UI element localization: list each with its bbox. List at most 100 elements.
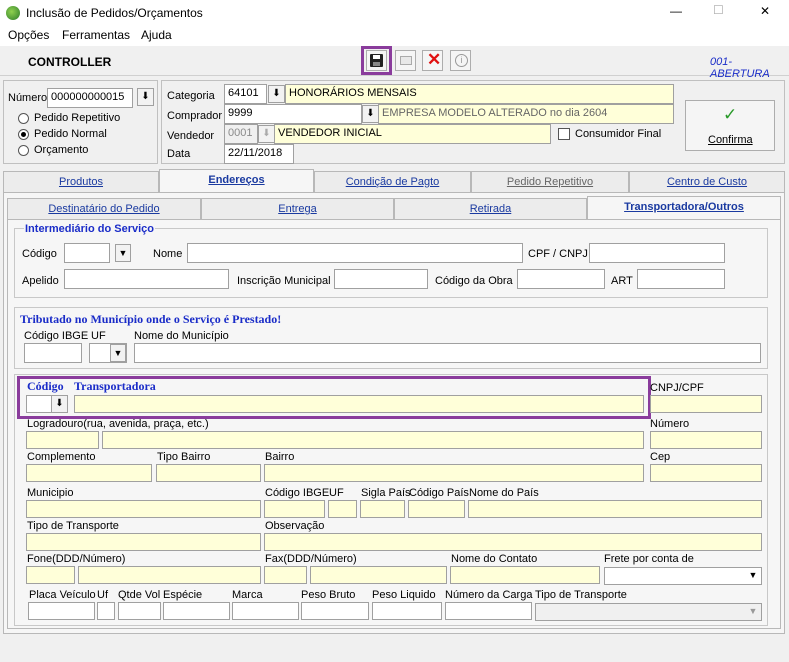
close-button[interactable]: ✕	[760, 4, 770, 18]
int-cpf-label: CPF / CNPJ	[528, 248, 588, 260]
qtde-vol-field[interactable]	[118, 602, 161, 620]
numero-carga-field[interactable]	[445, 602, 532, 620]
intermediario-title: Intermediário do Serviço	[24, 223, 155, 235]
cnpj-cpf-field[interactable]	[650, 395, 762, 413]
uf-field[interactable]	[328, 500, 357, 518]
subtab-destinatario[interactable]: Destinatário do Pedido	[7, 198, 201, 220]
tipo-transporte2-select[interactable]	[535, 603, 762, 621]
tab-produtos[interactable]: Produtos	[3, 171, 159, 193]
logradouro-field[interactable]	[102, 431, 644, 449]
int-art-field[interactable]	[637, 269, 725, 289]
peso-bruto-field[interactable]	[301, 602, 369, 620]
categoria-code-field[interactable]: 64101	[224, 84, 267, 104]
pedido-repetitivo-label: Pedido Repetitivo	[34, 112, 121, 124]
codigo-pais-field[interactable]	[408, 500, 465, 518]
uf2-field[interactable]	[97, 602, 115, 620]
categoria-lookup-button[interactable]: ⬇	[268, 85, 285, 103]
codigo-ibge-label: Código IBGE	[265, 487, 330, 499]
int-cpf-field[interactable]	[589, 243, 725, 263]
sigla-pais-field[interactable]	[360, 500, 405, 518]
frete-select[interactable]	[604, 567, 762, 585]
tipo-transporte2-dropdown[interactable]: ▼	[745, 604, 761, 620]
logradouro-tipo-field[interactable]	[26, 431, 99, 449]
transp-codigo-field[interactable]	[26, 395, 52, 413]
subtab-entrega[interactable]: Entrega	[201, 198, 394, 220]
nome-pais-field[interactable]	[468, 500, 762, 518]
transp-lookup-button[interactable]: ⬇	[51, 395, 68, 413]
data-field[interactable]: 22/11/2018	[224, 144, 294, 164]
comprador-desc-field[interactable]: EMPRESA MODELO ALTERADO no dia 2604	[378, 104, 674, 124]
trib-municipio-field[interactable]	[134, 343, 761, 363]
tipo-bairro-field[interactable]	[156, 464, 261, 482]
menu-ajuda[interactable]: Ajuda	[141, 28, 172, 42]
comprador-code-field[interactable]: 9999	[224, 104, 362, 124]
vendedor-lookup-button[interactable]: ⬇	[258, 125, 275, 143]
marca-field[interactable]	[232, 602, 299, 620]
save-button[interactable]	[366, 50, 387, 71]
int-nome-label: Nome	[153, 248, 183, 260]
frete-label: Frete por conta de	[604, 553, 694, 565]
cancel-button[interactable]: ✕	[422, 50, 443, 71]
numero-lookup-button[interactable]: ⬇	[137, 88, 154, 106]
cnpj-cpf-label: CNPJ/CPF	[650, 382, 704, 394]
vendedor-desc-field[interactable]: VENDEDOR INICIAL	[274, 124, 551, 144]
placa-field[interactable]	[28, 602, 95, 620]
nome-contato-field[interactable]	[450, 566, 600, 584]
logradouro-label: Logradouro(rua, avenida, praça, etc.)	[27, 418, 209, 430]
tab-centro-custo[interactable]: Centro de Custo	[629, 171, 785, 193]
print-button[interactable]	[395, 50, 416, 71]
int-apelido-field[interactable]	[64, 269, 229, 289]
minimize-button[interactable]: —	[670, 4, 682, 18]
trib-ibge-field[interactable]	[24, 343, 82, 363]
tab-enderecos[interactable]: Endereços	[159, 169, 314, 193]
numero-field[interactable]: 000000000015	[47, 88, 133, 108]
nome-contato-label: Nome do Contato	[451, 553, 538, 565]
radio-pedido-normal[interactable]	[18, 129, 29, 140]
info-icon: i	[455, 54, 468, 67]
int-obra-field[interactable]	[517, 269, 605, 289]
radio-orcamento[interactable]	[18, 145, 29, 156]
tab-condicao-pagto[interactable]: Condição de Pagto	[314, 171, 471, 193]
int-art-label: ART	[611, 275, 633, 287]
vendedor-code-field[interactable]: 0001	[224, 124, 258, 144]
numero-end-field[interactable]	[650, 431, 762, 449]
fax-ddd-field[interactable]	[264, 566, 307, 584]
confirma-button[interactable]: ✓ Confirma	[685, 100, 775, 151]
tipo-bairro-label: Tipo Bairro	[157, 451, 211, 463]
subtab-transportadora[interactable]: Transportadora/Outros	[587, 196, 781, 220]
transp-nome-label: Transportadora	[74, 379, 156, 393]
int-nome-field[interactable]	[187, 243, 523, 263]
int-codigo-field[interactable]	[64, 243, 110, 263]
data-label: Data	[167, 148, 191, 160]
bairro-field[interactable]	[264, 464, 644, 482]
comprador-lookup-button[interactable]: ⬇	[362, 105, 379, 123]
observacao-field[interactable]	[264, 533, 762, 551]
fax-numero-field[interactable]	[310, 566, 447, 584]
fone-ddd-field[interactable]	[26, 566, 75, 584]
menu-ferramentas[interactable]: Ferramentas	[62, 28, 130, 42]
tab-pedido-repetitivo[interactable]: Pedido Repetitivo	[471, 171, 629, 193]
maximize-button[interactable]: ☐	[713, 3, 724, 17]
tipo-transporte-field[interactable]	[26, 533, 261, 551]
codigo-ibge-field[interactable]	[264, 500, 325, 518]
fone-numero-field[interactable]	[78, 566, 261, 584]
categoria-desc-field[interactable]: HONORÁRIOS MENSAIS	[285, 84, 674, 104]
int-inscricao-field[interactable]	[334, 269, 428, 289]
categoria-label: Categoria	[167, 90, 215, 102]
consumidor-final-checkbox[interactable]	[558, 128, 570, 140]
menu-opcoes[interactable]: Opções	[8, 28, 49, 42]
trib-uf-dropdown[interactable]: ▼	[110, 344, 126, 362]
int-codigo-dropdown[interactable]: ▼	[115, 244, 131, 262]
info-button[interactable]: i	[450, 50, 471, 71]
subtab-retirada[interactable]: Retirada	[394, 198, 587, 220]
municipio-field[interactable]	[26, 500, 261, 518]
cep-field[interactable]	[650, 464, 762, 482]
complemento-field[interactable]	[26, 464, 152, 482]
frete-dropdown[interactable]: ▼	[745, 568, 761, 584]
peso-liquido-field[interactable]	[372, 602, 442, 620]
consumidor-final-label: Consumidor Final	[575, 128, 662, 140]
transp-nome-field[interactable]	[74, 395, 644, 413]
especie-field[interactable]	[163, 602, 230, 620]
radio-pedido-repetitivo[interactable]	[18, 113, 29, 124]
bairro-label: Bairro	[265, 451, 295, 463]
